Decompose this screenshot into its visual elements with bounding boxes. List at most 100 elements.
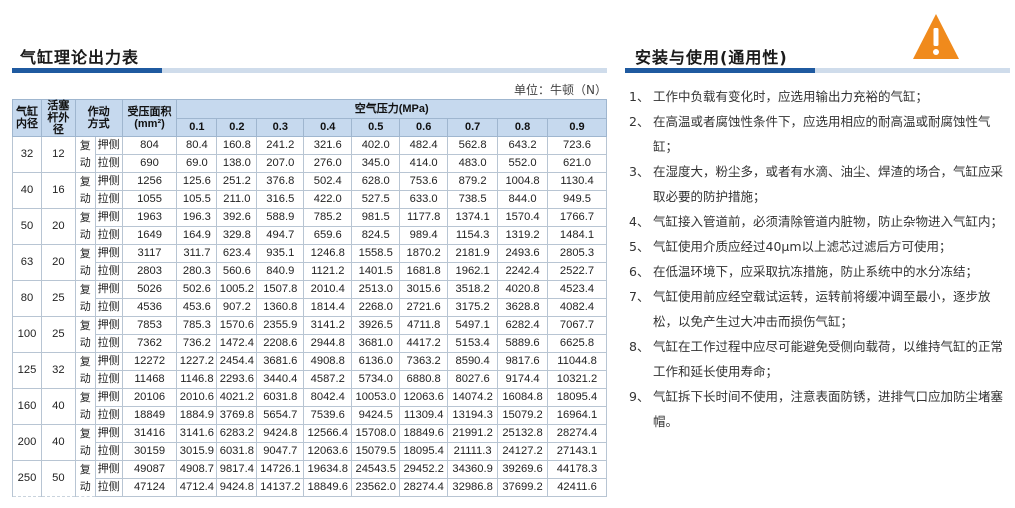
force-value-cell: 2522.7 [547, 262, 607, 281]
note-item: 3、 在湿度大，粉尘多，或者有水滴、油尘、焊渣的场合，气缸应采取必要的防护措施； [629, 159, 1009, 209]
force-value-cell: 6136.0 [351, 352, 401, 371]
force-value-cell: 6625.8 [547, 334, 607, 353]
force-value-cell: 211.0 [216, 190, 258, 209]
area-cell: 1963 [121, 208, 178, 227]
force-value-cell: 527.5 [351, 190, 401, 209]
force-value-cell: 1570.6 [216, 316, 258, 335]
force-table-body: 32 12 复动押侧 804 80.4 160.8 241.2 321.6 402.0 482.4… [12, 136, 607, 497]
pressure-header: 空气压力(MPa) [176, 99, 607, 119]
table-row: 拉侧 18849 1884.9 3769.8 5654.7 7539.6 9424.5 113… [13, 406, 607, 425]
force-value-cell: 552.0 [497, 154, 549, 173]
pull-side-label: 拉侧 [94, 406, 123, 425]
force-value-cell: 628.0 [351, 172, 401, 191]
force-value-cell: 588.9 [256, 208, 305, 227]
mode-cell: 复动 [74, 424, 96, 461]
force-value-cell: 4021.2 [216, 388, 258, 407]
rod-cell: 20 [40, 244, 76, 281]
force-value-cell: 562.8 [447, 136, 499, 155]
force-value-cell: 4523.4 [547, 280, 607, 299]
pressure-value-header: 0.8 [497, 117, 549, 137]
mode-header: 作动 方式 [74, 99, 123, 137]
force-value-cell: 3681.0 [351, 334, 401, 353]
force-value-cell: 494.7 [256, 226, 305, 245]
install-title-underline-accent [625, 68, 815, 73]
area-cell: 20106 [121, 388, 178, 407]
force-value-cell: 8042.4 [303, 388, 353, 407]
mode-cell: 复动 [74, 352, 96, 389]
mode-cell: 复动 [74, 136, 96, 173]
force-value-cell: 9817.6 [497, 352, 549, 371]
bore-header: 气缸 内径 [12, 99, 42, 137]
force-value-cell: 4082.4 [547, 298, 607, 317]
force-value-cell: 14726.1 [256, 460, 305, 479]
bore-cell: 250 [12, 460, 42, 497]
rod-cell: 25 [40, 316, 76, 353]
force-value-cell: 3175.2 [447, 298, 499, 317]
table-row: 63 20 复动押侧 3117 311.7 623.4 935.1 1246.8 1558.5 1… [12, 244, 607, 281]
force-value-cell: 24543.5 [351, 460, 401, 479]
pull-side-label: 拉侧 [94, 226, 123, 245]
force-value-cell: 11309.4 [399, 406, 449, 425]
force-value-cell: 8590.4 [447, 352, 499, 371]
force-value-cell: 3141.2 [303, 316, 353, 335]
install-usage-title: 安装与使用(通用性) [635, 48, 788, 67]
force-value-cell: 3015.6 [399, 280, 449, 299]
push-side-label: 押侧 [94, 316, 123, 335]
mode-cell: 复动 [74, 316, 96, 353]
note-text: 气缸使用前应经空载试运转，运转前将缓冲调至最小，逐步放松，以免产生过大冲击而损伤… [653, 289, 991, 329]
area-cell: 5026 [121, 280, 178, 299]
area-cell: 12272 [121, 352, 178, 371]
force-value-cell: 3440.4 [256, 370, 305, 389]
force-value-cell: 2010.6 [176, 388, 218, 407]
bore-cell: 63 [12, 244, 42, 281]
table-row: 拉侧 30159 3015.9 6031.8 9047.7 12063.6 15079.5 1… [13, 442, 607, 461]
force-value-cell: 196.3 [176, 208, 218, 227]
force-value-cell: 753.6 [399, 172, 449, 191]
force-value-cell: 1319.2 [497, 226, 549, 245]
force-value-cell: 42411.6 [547, 478, 607, 497]
table-row: 拉侧 1055 105.5 211.0 316.5 422.0 527.5 633.0 738.… [13, 190, 607, 209]
table-row: 拉侧 11468 1146.8 2293.6 3440.4 4587.2 5734.0 688… [13, 370, 607, 389]
note-item: 5、 气缸使用介质应经过40μm以上滤芯过滤后方可使用； [629, 234, 1009, 259]
force-value-cell: 736.2 [176, 334, 218, 353]
force-value-cell: 1681.8 [399, 262, 449, 281]
area-cell: 49087 [121, 460, 178, 479]
force-value-cell: 2293.6 [216, 370, 258, 389]
rod-cell: 12 [40, 136, 76, 173]
force-value-cell: 25132.8 [497, 424, 549, 443]
mode-cell: 复动 [74, 280, 96, 317]
force-value-cell: 376.8 [256, 172, 305, 191]
push-side-label: 押侧 [94, 136, 123, 155]
force-value-cell: 18849.6 [399, 424, 449, 443]
pressure-value-header: 0.5 [351, 117, 401, 137]
force-value-cell: 316.5 [256, 190, 305, 209]
note-text: 工作中负载有变化时，应选用输出力充裕的气缸； [653, 89, 929, 104]
force-value-cell: 3141.6 [176, 424, 218, 443]
force-value-cell: 8027.6 [447, 370, 499, 389]
force-value-cell: 10321.2 [547, 370, 607, 389]
force-value-cell: 2493.6 [497, 244, 549, 263]
force-value-cell: 2513.0 [351, 280, 401, 299]
area-header: 受压面积 (mm²) [121, 99, 178, 137]
force-value-cell: 3681.6 [256, 352, 305, 371]
force-table-panel: 气缸理论出力表 单位：牛顿（N） 气缸 内径 活塞 杆外径 作动 方式 受压面积 (mm… [12, 0, 607, 508]
force-value-cell: 10053.0 [351, 388, 401, 407]
force-value-cell: 1570.4 [497, 208, 549, 227]
push-side-label: 押侧 [94, 244, 123, 263]
area-cell: 7853 [121, 316, 178, 335]
title-underline-accent [12, 68, 162, 73]
note-item: 2、 在高温或者腐蚀性条件下，应选用相应的耐高温或耐腐蚀性气缸； [629, 109, 1009, 159]
force-value-cell: 34360.9 [447, 460, 499, 479]
force-value-cell: 1360.8 [256, 298, 305, 317]
force-value-cell: 19634.8 [303, 460, 353, 479]
rod-cell: 50 [40, 460, 76, 497]
force-value-cell: 1766.7 [547, 208, 607, 227]
force-value-cell: 935.1 [256, 244, 305, 263]
pressure-value-header: 0.7 [447, 117, 499, 137]
force-value-cell: 13194.3 [447, 406, 499, 425]
force-value-cell: 4417.2 [399, 334, 449, 353]
note-item: 6、 在低温环境下，应采取抗冻措施，防止系统中的水分冻结； [629, 259, 1009, 284]
note-number: 5、 [629, 239, 650, 254]
bore-cell: 32 [12, 136, 42, 173]
force-table: 气缸 内径 活塞 杆外径 作动 方式 受压面积 (mm²) 空气压力(MPa) 0.1 0… [12, 99, 607, 497]
